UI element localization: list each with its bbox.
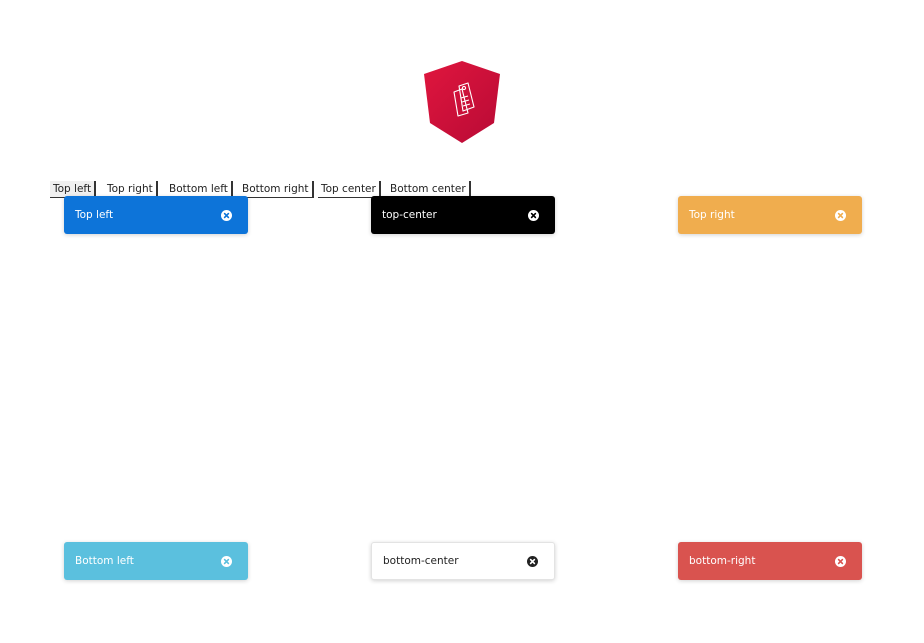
close-circle-icon[interactable] <box>221 209 232 221</box>
toast-top-left: Top left <box>64 196 248 234</box>
toast-bottom-left: Bottom left <box>64 542 248 580</box>
toast-top-center: top-center <box>371 196 555 234</box>
close-circle-icon[interactable] <box>527 555 538 567</box>
toast-message: bottom-center <box>383 555 459 567</box>
close-circle-icon[interactable] <box>835 209 846 221</box>
toast-message: Bottom left <box>75 555 134 567</box>
close-circle-icon[interactable] <box>528 209 539 221</box>
toast-message: Top left <box>75 209 114 221</box>
close-circle-icon[interactable] <box>835 555 846 567</box>
top-center-button[interactable]: Top center <box>318 181 381 198</box>
bottom-right-button[interactable]: Bottom right <box>239 181 314 198</box>
toast-top-right: Top right <box>678 196 862 234</box>
toast-bottom-right: bottom-right <box>678 542 862 580</box>
toast-message: bottom-right <box>689 555 756 567</box>
toast-bottom-center: bottom-center <box>371 542 555 580</box>
close-circle-icon[interactable] <box>221 555 232 567</box>
toast-message: Top right <box>689 209 735 221</box>
toast-message: top-center <box>382 209 437 221</box>
price-tag-icon <box>424 61 500 143</box>
app-logo <box>424 61 500 143</box>
